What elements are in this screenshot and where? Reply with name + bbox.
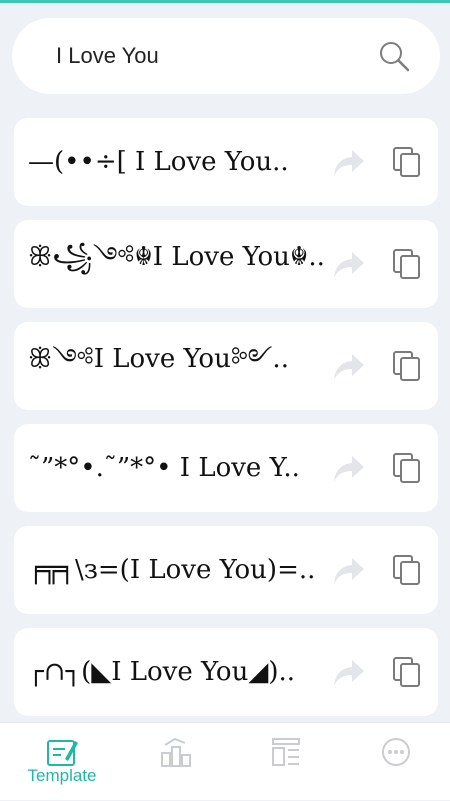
share-icon[interactable] [332,556,366,586]
more-icon [379,735,413,769]
nav-chart[interactable] [126,723,226,801]
nav-layout[interactable] [236,723,336,801]
copy-icon[interactable] [392,350,422,382]
style-text[interactable]: ┌∩┐(◣I Love You◢).. [28,628,328,716]
bottom-nav: Template [0,722,450,800]
chart-icon [159,735,193,769]
copy-icon[interactable] [392,656,422,688]
style-text[interactable]: ╒╦╕\з=(I Love You)=.. [28,526,328,614]
share-icon[interactable] [332,352,366,382]
copy-icon[interactable] [392,248,422,280]
style-card[interactable]: ╒╦╕\з=(I Love You)=.. [14,526,438,614]
top-accent-line [0,0,450,3]
style-card[interactable]: ┌∩┐(◣I Love You◢).. [14,628,438,716]
layout-icon [269,735,303,769]
search-bar[interactable] [12,18,440,94]
copy-icon[interactable] [392,554,422,586]
nav-template[interactable]: Template [12,723,112,801]
share-icon[interactable] [332,250,366,280]
style-card[interactable]: —(••÷[ I Love You.. [14,118,438,206]
style-text[interactable]: ꕥ༺I Love You༻.. [28,322,328,410]
style-card[interactable]: ˜”*°•.˜”*°• I Love Y.. [14,424,438,512]
style-text[interactable]: ꕥ꧁༺☬I Love You☬.. [28,220,328,308]
nav-template-label: Template [27,766,97,785]
style-text[interactable]: —(••÷[ I Love You.. [28,118,328,206]
style-text[interactable]: ˜”*°•.˜”*°• I Love Y.. [28,424,328,512]
copy-icon[interactable] [392,452,422,484]
search-input[interactable] [56,43,356,69]
style-card[interactable]: ꕥ༺I Love You༻.. [14,322,438,410]
copy-icon[interactable] [392,146,422,178]
share-icon[interactable] [332,658,366,688]
style-card[interactable]: ꕥ꧁༺☬I Love You☬.. [14,220,438,308]
share-icon[interactable] [332,148,366,178]
style-list: —(••÷[ I Love You.. ꕥ꧁༺☬I Love You☬.. ꕥ༺… [14,118,438,730]
share-icon[interactable] [332,454,366,484]
nav-more[interactable] [346,723,446,801]
template-icon [45,735,79,769]
search-icon[interactable] [376,38,412,74]
